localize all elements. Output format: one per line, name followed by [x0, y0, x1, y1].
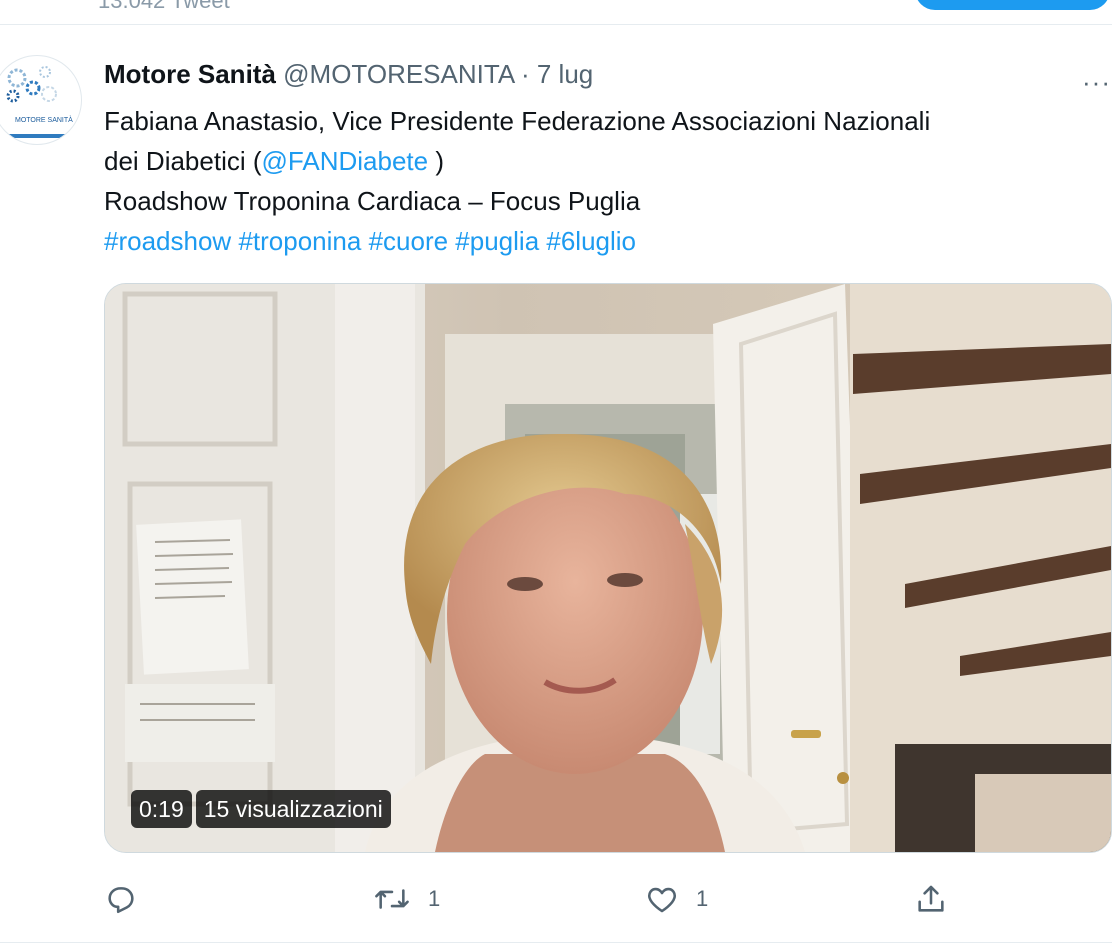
tweet-text-line1: Fabiana Anastasio, Vice Presidente Feder… [104, 106, 931, 136]
more-icon[interactable]: ··· [1082, 67, 1111, 98]
tweet-actions: 1 1 [104, 877, 1110, 921]
like-icon [648, 887, 676, 913]
hashtag-link[interactable]: #roadshow [104, 226, 231, 256]
tweet-text-line3: Roadshow Troponina Cardiaca – Focus Pugl… [104, 186, 641, 216]
share-icon [918, 885, 944, 912]
video-frame [105, 284, 1111, 852]
retweet-icon [375, 889, 409, 909]
previous-header-strip: 13.042 Tweet [0, 0, 1112, 25]
hashtag-link[interactable]: #troponina [238, 226, 361, 256]
follow-button[interactable] [915, 0, 1110, 10]
tweet-text: Fabiana Anastasio, Vice Presidente Feder… [104, 101, 1094, 261]
divider [0, 942, 1112, 943]
like-button[interactable]: 1 [644, 877, 708, 921]
like-count: 1 [696, 886, 709, 911]
svg-text:MOTORE SANITÀ: MOTORE SANITÀ [15, 115, 73, 124]
tweet-time[interactable]: 7 lug [537, 59, 593, 89]
reply-button[interactable] [104, 877, 154, 921]
hashtag-link[interactable]: #puglia [455, 226, 539, 256]
video-views: 15 visualizzazioni [195, 790, 391, 828]
separator-dot: · [520, 59, 530, 89]
motore-sanita-logo-icon: MOTORE SANITÀ [0, 66, 81, 138]
reply-icon [108, 887, 134, 914]
video-duration: 0:19 [131, 790, 192, 828]
author-name[interactable]: Motore Sanità [104, 59, 276, 89]
hashtag-link[interactable]: #cuore [369, 226, 449, 256]
tweet-count: 13.042 Tweet [98, 0, 230, 13]
tweet[interactable]: MOTORE SANITÀ Motore Sanità @MOTORESANIT… [0, 25, 1112, 943]
mention-link[interactable]: @FANDiabete [262, 146, 429, 176]
avatar[interactable]: MOTORE SANITÀ [0, 55, 82, 145]
share-button[interactable] [914, 877, 948, 921]
author-handle[interactable]: @MOTORESANITA [283, 59, 514, 89]
hashtag-line: #roadshow #troponina #cuore #puglia #6lu… [104, 221, 1094, 261]
retweet-count: 1 [428, 886, 441, 911]
tweet-header: Motore Sanità @MOTORESANITA · 7 lug [104, 59, 593, 90]
tweet-text-line2: dei Diabetici (@FANDiabete ) [104, 146, 444, 176]
retweet-button[interactable]: 1 [372, 877, 440, 921]
video-overlay: 0:19 15 visualizzazioni [131, 790, 391, 828]
video-player[interactable]: 0:19 15 visualizzazioni [104, 283, 1112, 853]
hashtag-link[interactable]: #6luglio [546, 226, 636, 256]
